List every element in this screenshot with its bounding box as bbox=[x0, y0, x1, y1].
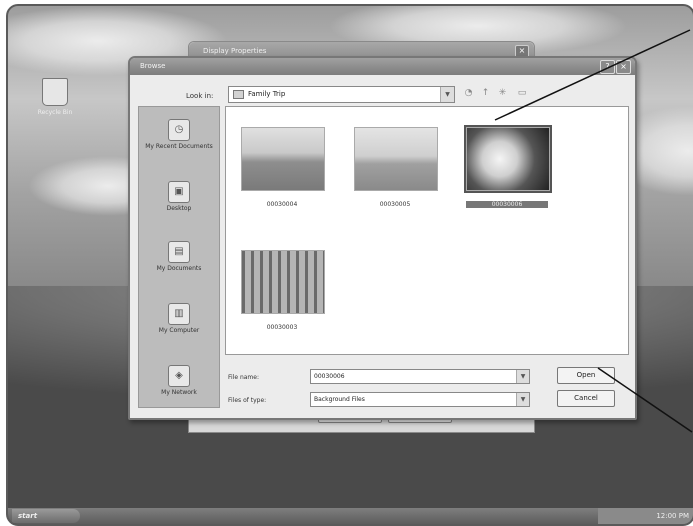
file-name-label: File name: bbox=[228, 374, 259, 381]
my-documents-icon: ▤ bbox=[168, 241, 190, 263]
chevron-down-icon[interactable]: ▼ bbox=[516, 370, 529, 383]
my-computer-icon: ▥ bbox=[168, 303, 190, 325]
place-my-documents[interactable]: ▤ My Documents bbox=[139, 241, 219, 273]
photo-thumbnail bbox=[241, 127, 325, 191]
browse-dialog: Browse ? × Look in: Family Trip ▼ ◔ ↑ ✳ … bbox=[128, 56, 637, 420]
files-of-type-value: Background Files bbox=[314, 396, 365, 403]
places-bar: ◷ My Recent Documents ▣ Desktop ▤ My Doc… bbox=[138, 106, 220, 408]
file-list: 00030004 00030005 00030006 00030003 bbox=[225, 106, 629, 355]
dialog-title: Browse bbox=[140, 62, 166, 70]
dialog-titlebar: Browse ? × bbox=[130, 58, 635, 75]
place-label: My Network bbox=[161, 389, 197, 396]
desktop-icon: ▣ bbox=[168, 181, 190, 203]
my-network-icon: ◈ bbox=[168, 365, 190, 387]
desktop-icon-label: Recycle Bin bbox=[37, 109, 73, 116]
cancel-button[interactable]: Cancel bbox=[557, 390, 615, 407]
start-button[interactable]: start bbox=[12, 509, 80, 523]
place-my-recent-documents[interactable]: ◷ My Recent Documents bbox=[139, 119, 219, 151]
place-label: My Documents bbox=[156, 265, 202, 272]
system-tray-clock: 12:00 PM bbox=[598, 508, 693, 524]
file-name: 00030003 bbox=[266, 324, 298, 331]
file-thumbnail[interactable]: 00030005 bbox=[354, 127, 438, 208]
up-folder-icon[interactable]: ↑ bbox=[480, 88, 491, 99]
place-my-computer[interactable]: ▥ My Computer bbox=[139, 303, 219, 335]
close-icon[interactable]: × bbox=[616, 60, 631, 74]
taskbar: start 12:00 PM bbox=[8, 508, 693, 524]
photo-thumbnail bbox=[354, 127, 438, 191]
file-name: 00030005 bbox=[379, 201, 411, 208]
screenshot-frame: Recycle Bin Display Properties × Browse … bbox=[6, 4, 693, 526]
photo-thumbnail bbox=[241, 250, 325, 314]
file-name: 00030004 bbox=[266, 201, 298, 208]
desktop-icon-recycle-bin[interactable]: Recycle Bin bbox=[26, 78, 84, 116]
look-in-value: Family Trip bbox=[248, 90, 286, 98]
folder-icon bbox=[233, 89, 244, 99]
file-name-value: 00030006 bbox=[314, 373, 345, 380]
help-icon[interactable]: ? bbox=[600, 60, 615, 74]
place-label: Desktop bbox=[166, 205, 192, 212]
file-name-input[interactable]: 00030006 ▼ bbox=[310, 369, 530, 384]
back-icon[interactable]: ◔ bbox=[463, 88, 474, 99]
look-in-dropdown[interactable]: Family Trip ▼ bbox=[228, 86, 455, 103]
recent-documents-icon: ◷ bbox=[168, 119, 190, 141]
file-thumbnail[interactable]: 00030004 bbox=[241, 127, 325, 208]
place-my-network[interactable]: ◈ My Network bbox=[139, 365, 219, 397]
files-of-type-dropdown[interactable]: Background Files ▼ bbox=[310, 392, 530, 407]
file-name: 00030006 bbox=[466, 201, 548, 208]
recycle-bin-icon bbox=[42, 78, 68, 106]
look-in-label: Look in: bbox=[186, 92, 214, 100]
place-label: My Recent Documents bbox=[145, 143, 213, 150]
place-desktop[interactable]: ▣ Desktop bbox=[139, 181, 219, 213]
chevron-down-icon[interactable]: ▼ bbox=[516, 393, 529, 406]
place-label: My Computer bbox=[158, 327, 200, 334]
background-window-title: Display Properties bbox=[203, 47, 267, 55]
new-folder-icon[interactable]: ✳ bbox=[497, 88, 508, 99]
view-menu-icon[interactable]: ▭ bbox=[514, 88, 530, 99]
open-button[interactable]: Open bbox=[557, 367, 615, 384]
files-of-type-label: Files of type: bbox=[228, 397, 267, 404]
file-thumbnail-selected[interactable]: 00030006 bbox=[464, 125, 552, 208]
photo-thumbnail bbox=[464, 125, 552, 193]
file-thumbnail[interactable]: 00030003 bbox=[241, 250, 325, 331]
chevron-down-icon[interactable]: ▼ bbox=[440, 87, 454, 102]
